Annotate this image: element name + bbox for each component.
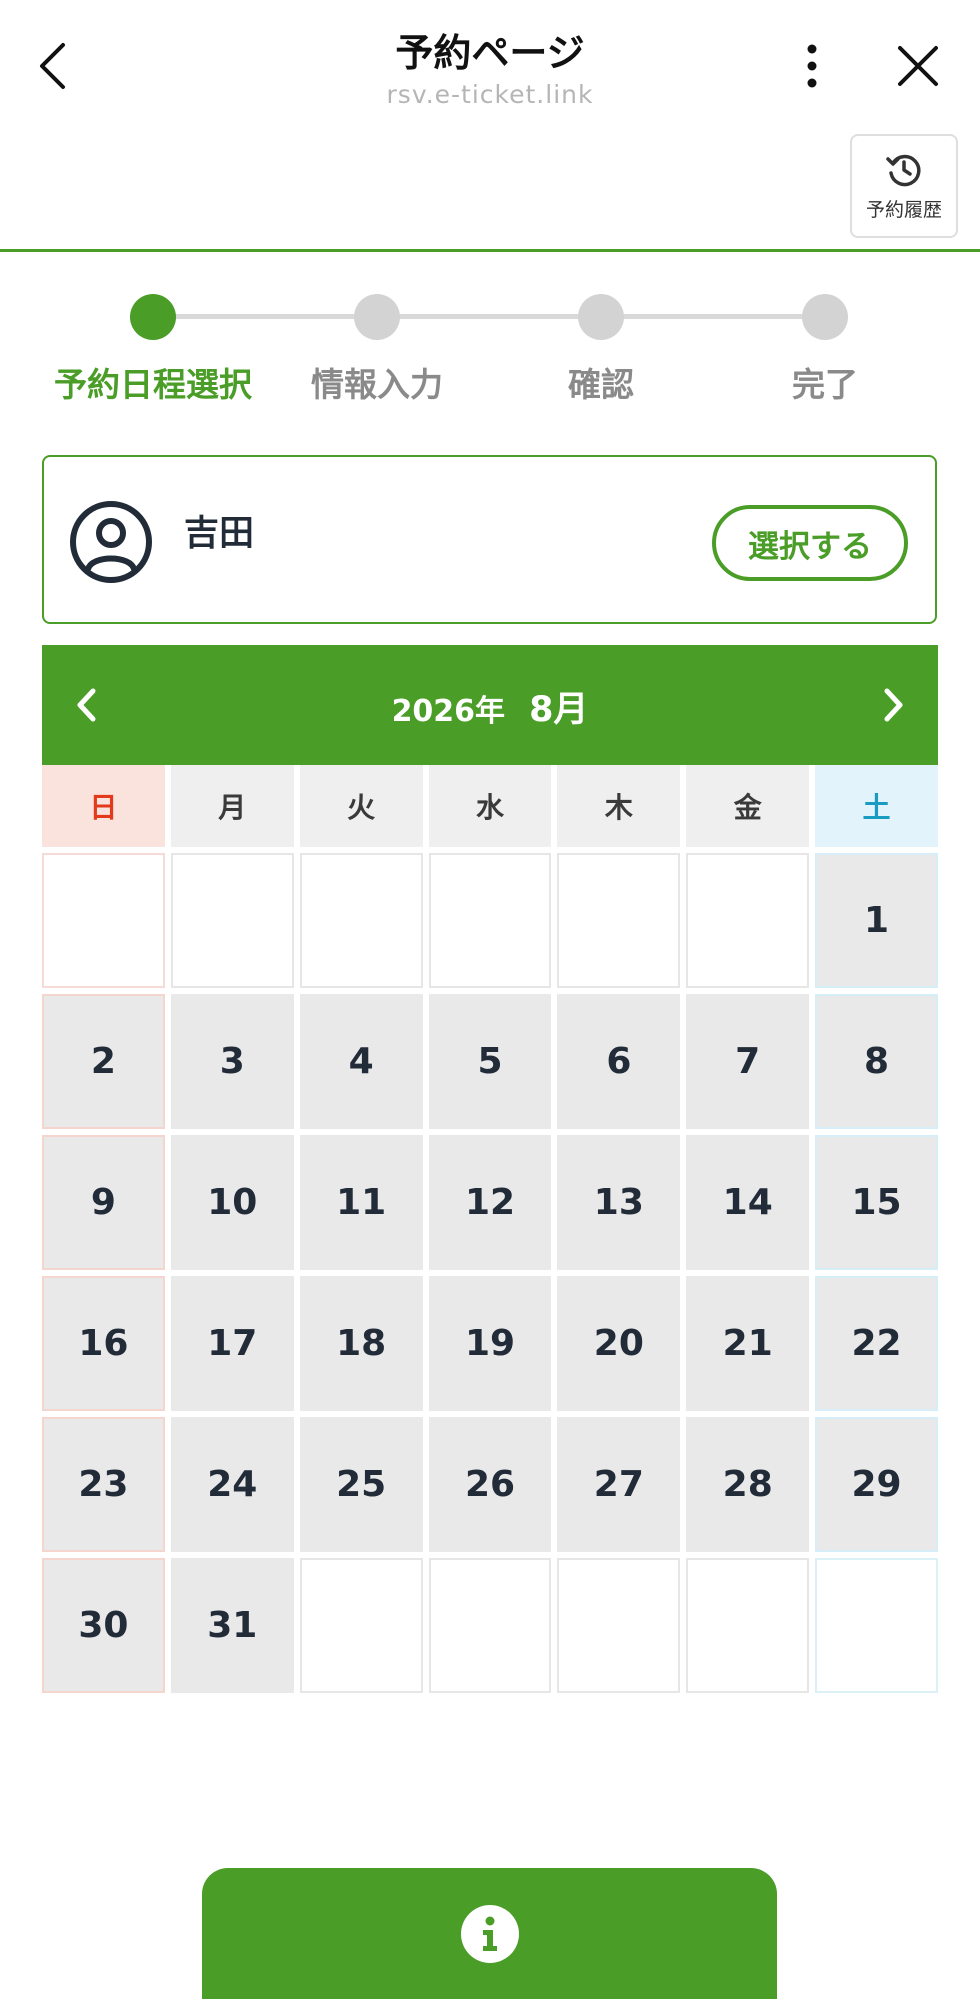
close-icon	[898, 46, 938, 86]
calendar-day[interactable]: 31	[170, 1558, 294, 1693]
calendar-header: 2026年 8月	[42, 645, 938, 765]
calendar-empty-cell	[428, 853, 552, 988]
weekday-tuesday: 火	[299, 765, 423, 847]
calendar-day[interactable]: 22	[815, 1276, 938, 1411]
calendar-empty-cell	[557, 1558, 681, 1693]
step-dot-complete	[802, 294, 848, 340]
calendar-title: 2026年 8月	[42, 681, 938, 732]
calendar-day[interactable]: 13	[557, 1135, 681, 1270]
calendar-day[interactable]: 3	[170, 994, 294, 1129]
next-month-button[interactable]	[864, 675, 924, 735]
staff-card: 吉田 選択する	[42, 455, 937, 624]
calendar-day[interactable]: 12	[428, 1135, 552, 1270]
weekday-monday: 月	[170, 765, 294, 847]
step-connector	[153, 314, 377, 319]
step-connector	[601, 314, 825, 319]
step-label-confirm: 確認	[568, 365, 634, 404]
info-button[interactable]	[202, 1868, 777, 1999]
step-dot-schedule	[130, 294, 176, 340]
calendar-empty-cell	[815, 1558, 938, 1693]
calendar-day[interactable]: 29	[815, 1417, 938, 1552]
calendar-day[interactable]: 15	[815, 1135, 938, 1270]
step-dot-confirm	[578, 294, 624, 340]
calendar-day[interactable]: 27	[557, 1417, 681, 1552]
calendar-day[interactable]: 1	[815, 853, 938, 988]
calendar-empty-cell	[686, 853, 810, 988]
weekday-wednesday: 水	[428, 765, 552, 847]
calendar-day[interactable]: 6	[557, 994, 681, 1129]
calendar-day[interactable]: 18	[299, 1276, 423, 1411]
step-indicator: 予約日程選択 情報入力 確認 完了	[0, 290, 980, 410]
step-label-info: 情報入力	[311, 365, 443, 404]
calendar-day[interactable]: 17	[170, 1276, 294, 1411]
reservation-history-button[interactable]: 予約履歴	[850, 134, 958, 238]
calendar-day[interactable]: 14	[686, 1135, 810, 1270]
step-label-schedule: 予約日程選択	[54, 365, 252, 404]
calendar-day[interactable]: 4	[299, 994, 423, 1129]
calendar-day[interactable]: 25	[299, 1417, 423, 1552]
weekday-saturday: 土	[815, 765, 938, 847]
staff-name: 吉田	[184, 514, 255, 554]
weekday-row: 日 月 火 水 木 金 土	[42, 765, 938, 847]
calendar-empty-cell	[299, 853, 423, 988]
calendar-day[interactable]: 5	[428, 994, 552, 1129]
calendar-empty-cell	[170, 853, 294, 988]
weekday-thursday: 木	[557, 765, 681, 847]
more-button[interactable]	[790, 36, 834, 96]
close-button[interactable]	[890, 36, 946, 96]
calendar-day[interactable]: 30	[42, 1558, 165, 1693]
calendar-day[interactable]: 7	[686, 994, 810, 1129]
calendar-day[interactable]: 11	[299, 1135, 423, 1270]
step-label-complete: 完了	[792, 365, 858, 404]
calendar-day[interactable]: 21	[686, 1276, 810, 1411]
calendar-day[interactable]: 28	[686, 1417, 810, 1552]
step-connector	[377, 314, 601, 319]
weekday-friday: 金	[686, 765, 810, 847]
calendar-grid: 日 月 火 水 木 金 土 1 2 3 4 5 6 7 8 9 10 11 12 13 14 15 16 17 1…	[42, 765, 938, 1693]
calendar-day[interactable]: 8	[815, 994, 938, 1129]
calendar-day[interactable]: 24	[170, 1417, 294, 1552]
top-bar: 予約ページ rsv.e-ticket.link 予約履歴	[0, 0, 980, 252]
calendar-day[interactable]: 23	[42, 1417, 165, 1552]
calendar-day[interactable]: 10	[170, 1135, 294, 1270]
calendar-day[interactable]: 2	[42, 994, 165, 1129]
calendar-empty-cell	[42, 853, 165, 988]
calendar-empty-cell	[428, 1558, 552, 1693]
calendar-day[interactable]: 20	[557, 1276, 681, 1411]
info-icon	[460, 1905, 519, 1963]
calendar-empty-cell	[686, 1558, 810, 1693]
calendar-year: 2026年	[391, 694, 506, 729]
calendar-day[interactable]: 26	[428, 1417, 552, 1552]
calendar-month: 8月	[529, 690, 589, 730]
days-grid: 1 2 3 4 5 6 7 8 9 10 11 12 13 14 15 16 17 18 19 20 21 22 23 24 2…	[42, 853, 938, 1693]
select-button[interactable]: 選択する	[712, 505, 908, 581]
chevron-right-icon	[884, 688, 903, 722]
reservation-history-label: 予約履歴	[865, 198, 942, 221]
calendar-day[interactable]: 9	[42, 1135, 165, 1270]
user-circle-icon	[70, 501, 152, 583]
weekday-sunday: 日	[42, 765, 165, 847]
history-icon	[886, 154, 921, 186]
calendar-empty-cell	[299, 1558, 423, 1693]
calendar-day[interactable]: 16	[42, 1276, 165, 1411]
more-vertical-icon	[807, 44, 817, 88]
calendar-empty-cell	[557, 853, 681, 988]
step-dot-info	[354, 294, 400, 340]
calendar-day[interactable]: 19	[428, 1276, 552, 1411]
